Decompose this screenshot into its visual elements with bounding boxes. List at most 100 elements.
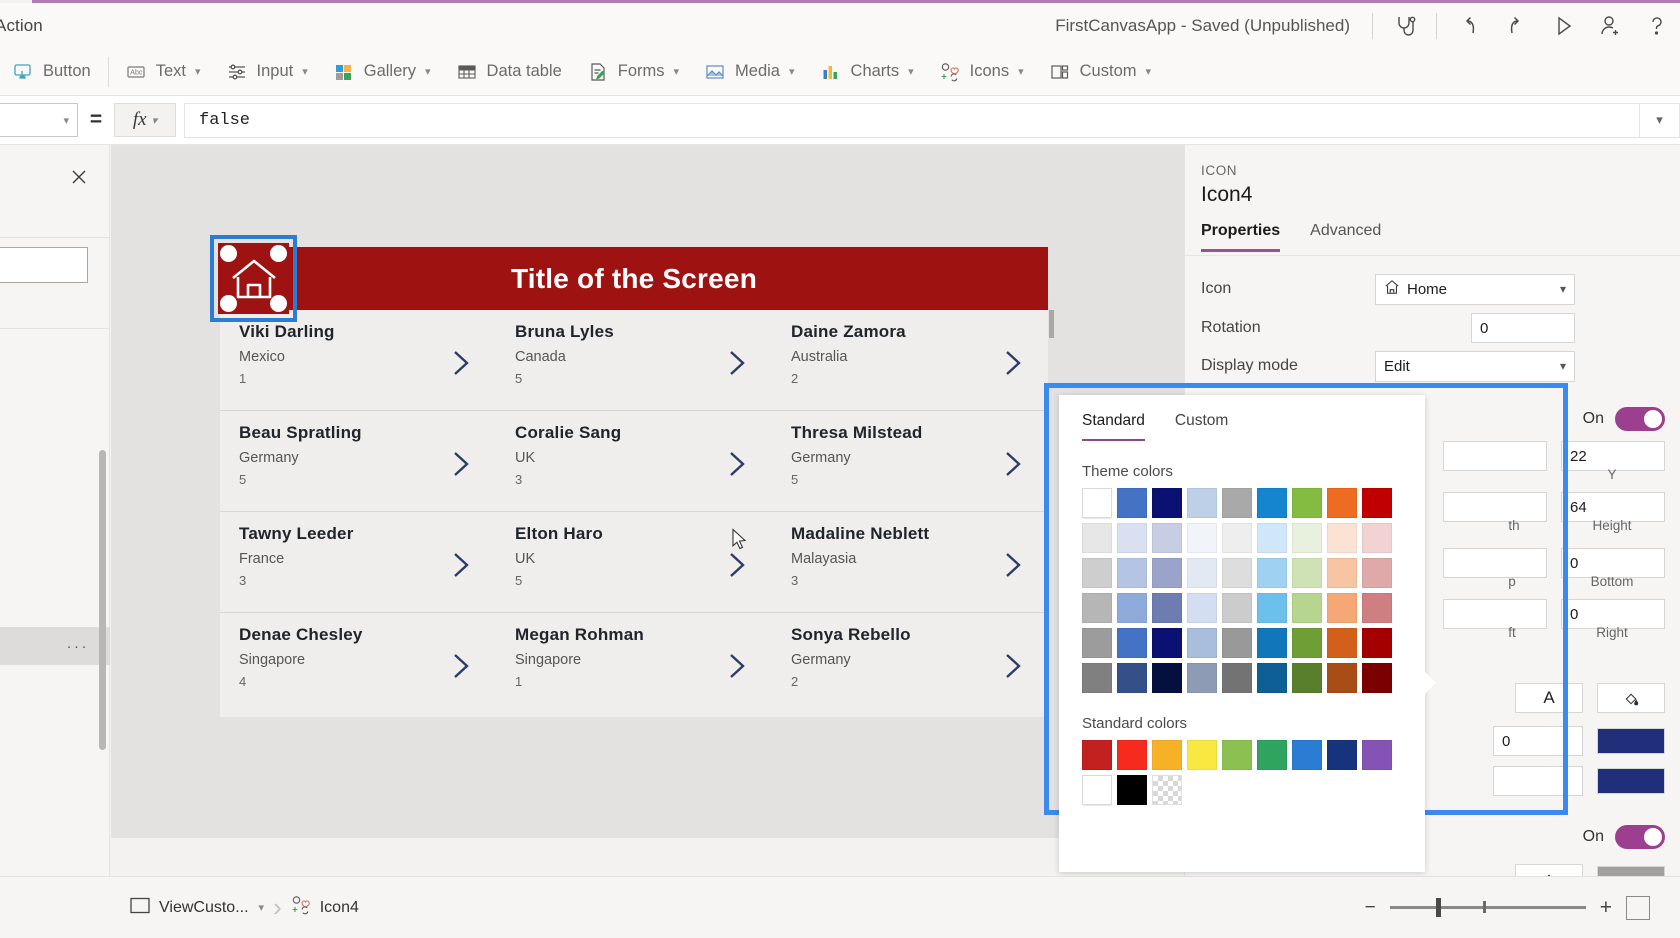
theme-color-swatch[interactable] (1187, 488, 1217, 518)
theme-color-swatch[interactable] (1292, 558, 1322, 588)
theme-color-swatch[interactable] (1082, 593, 1112, 623)
theme-color-swatch[interactable] (1152, 628, 1182, 658)
theme-color-swatch[interactable] (1082, 488, 1112, 518)
gallery-scrollbar[interactable] (1049, 310, 1054, 338)
theme-color-swatch[interactable] (1362, 628, 1392, 658)
theme-color-swatch[interactable] (1222, 558, 1252, 588)
app-screen[interactable]: Title of the Screen Viki Darling Mexico … (220, 247, 1054, 717)
gallery-item[interactable]: Coralie Sang UK 3 (496, 411, 772, 511)
standard-color-swatch[interactable] (1082, 740, 1112, 770)
gallery-item[interactable]: Thresa Milstead Germany 5 (772, 411, 1048, 511)
ribbon-item-forms[interactable]: Forms ▾ (575, 48, 692, 96)
ribbon-item-media[interactable]: Media ▾ (692, 48, 807, 96)
theme-color-swatch[interactable] (1152, 523, 1182, 553)
resize-handle-bottom-right[interactable] (270, 295, 287, 312)
theme-color-swatch[interactable] (1257, 628, 1287, 658)
gallery-item[interactable]: Elton Haro UK 5 (496, 512, 772, 612)
resize-handle-top-left[interactable] (220, 245, 237, 262)
undo-icon[interactable] (1445, 3, 1492, 48)
focus-border-color-chip[interactable] (1597, 768, 1665, 794)
theme-color-swatch[interactable] (1292, 593, 1322, 623)
standard-color-swatch[interactable] (1117, 740, 1147, 770)
standard-color-swatch[interactable] (1152, 775, 1182, 805)
tab-standard[interactable]: Standard (1082, 412, 1145, 441)
zoom-slider[interactable] (1389, 898, 1586, 917)
ribbon-item-charts[interactable]: Charts ▾ (808, 48, 927, 96)
tab-advanced[interactable]: Advanced (1310, 222, 1381, 252)
standard-color-swatch[interactable] (1082, 775, 1112, 805)
breadcrumb-control[interactable]: Icon4 (291, 895, 359, 920)
theme-color-swatch[interactable] (1257, 593, 1287, 623)
theme-color-swatch[interactable] (1327, 628, 1357, 658)
ribbon-item-button[interactable]: Button (0, 48, 104, 96)
search-input[interactable] (0, 247, 88, 283)
chevron-right-icon[interactable] (448, 447, 474, 486)
color-picker-flyout[interactable]: Standard Custom Theme colors Standard co… (1059, 395, 1436, 872)
tab-properties[interactable]: Properties (1201, 222, 1281, 252)
chevron-right-icon[interactable] (1000, 447, 1026, 486)
theme-color-swatch[interactable] (1152, 488, 1182, 518)
formula-expand-icon[interactable]: ▾ (1640, 102, 1680, 138)
formula-input[interactable]: false (184, 102, 1640, 138)
standard-color-swatch[interactable] (1292, 740, 1322, 770)
theme-color-swatch[interactable] (1362, 663, 1392, 693)
ribbon-item-input[interactable]: Input ▾ (214, 48, 321, 96)
chevron-right-icon[interactable] (724, 346, 750, 385)
display-mode-dropdown[interactable]: Edit ▾ (1375, 350, 1575, 382)
ribbon-item-custom[interactable]: Custom ▾ (1037, 48, 1164, 96)
gallery-item[interactable]: Bruna Lyles Canada 5 (496, 310, 772, 410)
app-checker-icon[interactable] (1381, 3, 1428, 48)
ribbon-item-data-table[interactable]: Data table (444, 48, 575, 96)
zoom-in-button[interactable]: + (1600, 896, 1612, 920)
gallery-row[interactable]: Viki Darling Mexico 1 Bruna Lyles Canada… (220, 310, 1048, 411)
gallery-item[interactable]: Viki Darling Mexico 1 (220, 310, 496, 410)
fx-button[interactable]: fx ▾ (114, 103, 176, 137)
tree-item-overflow-button[interactable]: ··· (0, 627, 110, 665)
chevron-right-icon[interactable] (1000, 649, 1026, 688)
theme-color-swatch[interactable] (1222, 593, 1252, 623)
theme-color-swatch[interactable] (1082, 628, 1112, 658)
screen-title-label[interactable]: Title of the Screen (220, 247, 1048, 310)
gallery-item[interactable]: Tawny Leeder France 3 (220, 512, 496, 612)
theme-color-swatch[interactable] (1082, 663, 1112, 693)
chevron-right-icon[interactable] (448, 649, 474, 688)
gallery-item[interactable]: Beau Spratling Germany 5 (220, 411, 496, 511)
theme-color-swatch[interactable] (1257, 558, 1287, 588)
selected-control-home-icon[interactable] (210, 235, 297, 322)
theme-color-swatch[interactable] (1117, 663, 1147, 693)
theme-color-swatch[interactable] (1187, 593, 1217, 623)
help-icon[interactable] (1633, 3, 1680, 48)
chevron-right-icon[interactable] (724, 649, 750, 688)
theme-color-swatch[interactable] (1257, 488, 1287, 518)
standard-color-swatch[interactable] (1327, 740, 1357, 770)
standard-color-swatch[interactable] (1187, 740, 1217, 770)
chevron-right-icon[interactable] (1000, 548, 1026, 587)
standard-color-swatch[interactable] (1117, 775, 1147, 805)
theme-color-swatch[interactable] (1257, 663, 1287, 693)
theme-color-swatch[interactable] (1152, 663, 1182, 693)
theme-color-swatch[interactable] (1257, 523, 1287, 553)
theme-color-swatch[interactable] (1222, 523, 1252, 553)
zoom-out-button[interactable]: − (1365, 897, 1376, 919)
gallery-item[interactable]: Denae Chesley Singapore 4 (220, 613, 496, 714)
theme-color-swatch[interactable] (1222, 488, 1252, 518)
ribbon-item-icons[interactable]: Icons ▾ (927, 48, 1037, 96)
fill-color-button[interactable] (1597, 683, 1665, 713)
chevron-right-icon[interactable] (1000, 346, 1026, 385)
visible-toggle[interactable] (1615, 407, 1665, 431)
theme-color-swatch[interactable] (1362, 523, 1392, 553)
tree-scrollbar[interactable] (99, 450, 106, 750)
theme-color-swatch[interactable] (1082, 558, 1112, 588)
gallery-item[interactable]: Sonya Rebello Germany 2 (772, 613, 1048, 714)
close-icon[interactable] (67, 165, 91, 189)
theme-color-swatch[interactable] (1082, 523, 1112, 553)
zoom-slider-thumb[interactable] (1435, 898, 1441, 917)
fit-to-screen-button[interactable] (1626, 895, 1650, 920)
theme-color-swatch[interactable] (1152, 558, 1182, 588)
theme-color-swatch[interactable] (1117, 523, 1147, 553)
breadcrumb-screen[interactable]: ViewCusto... ▾ (130, 897, 264, 919)
redo-icon[interactable] (1492, 3, 1539, 48)
theme-color-swatch[interactable] (1292, 628, 1322, 658)
chevron-right-icon[interactable] (448, 346, 474, 385)
theme-color-swatch[interactable] (1292, 663, 1322, 693)
